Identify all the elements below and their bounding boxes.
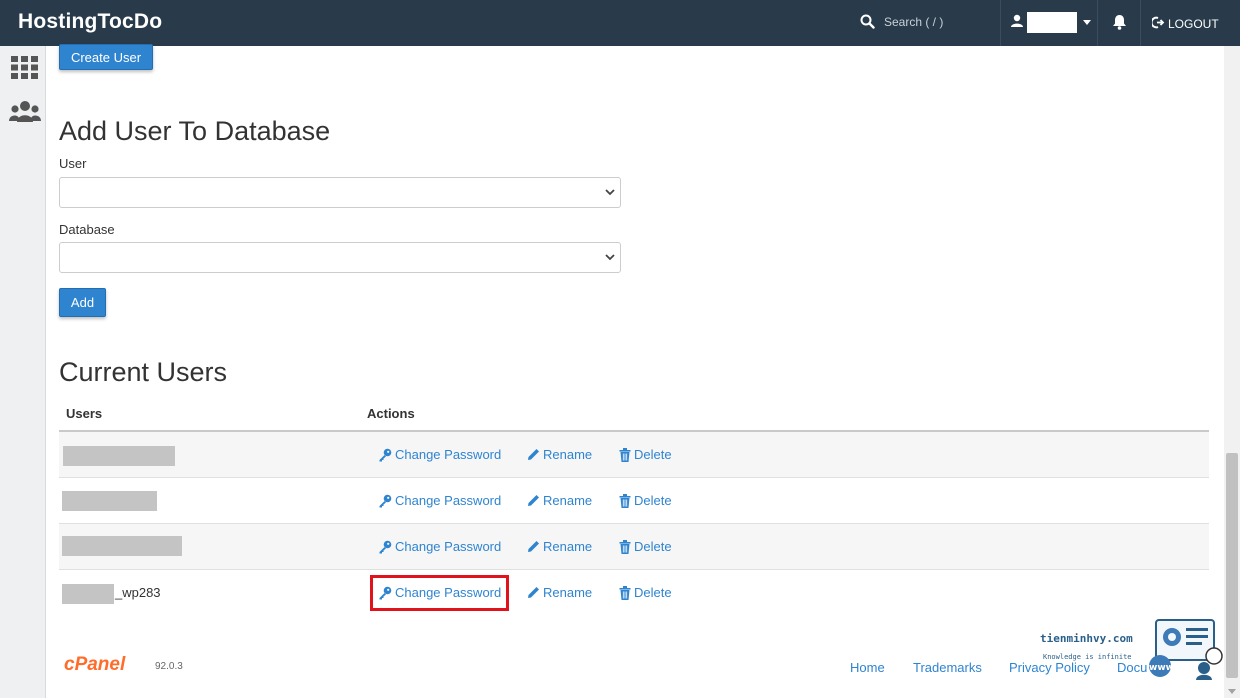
pencil-icon bbox=[528, 541, 539, 552]
watermark-logo: www bbox=[1148, 618, 1228, 685]
user-select[interactable] bbox=[59, 177, 621, 208]
bell-icon[interactable] bbox=[1112, 14, 1127, 35]
rename-link[interactable]: Rename bbox=[527, 585, 592, 600]
sidebar bbox=[0, 46, 46, 698]
trash-icon bbox=[619, 447, 631, 462]
chevron-down-icon bbox=[605, 189, 615, 196]
logout-icon bbox=[1150, 16, 1165, 32]
user-label: User bbox=[59, 156, 87, 171]
username-redacted bbox=[62, 491, 157, 511]
footer-link-privacy-policy[interactable]: Privacy Policy bbox=[1009, 660, 1090, 675]
key-icon bbox=[379, 540, 392, 553]
footer-link-documentation[interactable]: Docu bbox=[1117, 660, 1147, 675]
divider bbox=[1140, 0, 1141, 46]
column-header-actions: Actions bbox=[367, 406, 415, 421]
current-users-title: Current Users bbox=[59, 357, 228, 387]
logout-button[interactable]: LOGOUT bbox=[1150, 16, 1219, 32]
trash-icon bbox=[619, 585, 631, 600]
column-header-users: Users bbox=[66, 406, 103, 421]
divider bbox=[1097, 0, 1098, 46]
username-redacted bbox=[1027, 12, 1077, 33]
scroll-down-arrow-icon[interactable] bbox=[1228, 689, 1236, 694]
search-placeholder: Search ( / ) bbox=[884, 14, 944, 29]
table-row: Change Password Rename Delete bbox=[59, 478, 1209, 524]
divider bbox=[1000, 0, 1001, 46]
rename-link[interactable]: Rename bbox=[527, 539, 592, 554]
table-row: Change Password Rename Delete bbox=[59, 432, 1209, 478]
grid-icon[interactable] bbox=[11, 56, 38, 84]
user-icon bbox=[1011, 14, 1023, 32]
table-row: _wp283 Change Password Rename Delete bbox=[59, 570, 1209, 616]
brand-logo[interactable]: HostingTocDo bbox=[18, 10, 162, 34]
add-user-title: Add User To Database bbox=[59, 116, 331, 146]
highlight-box bbox=[370, 575, 509, 611]
search-box[interactable]: Search ( / ) bbox=[860, 14, 943, 29]
watermark-tagline: Knowledge is infinite bbox=[1043, 653, 1132, 661]
pencil-icon bbox=[528, 495, 539, 506]
delete-link[interactable]: Delete bbox=[619, 585, 672, 600]
users-icon[interactable] bbox=[9, 100, 41, 129]
pencil-icon bbox=[528, 587, 539, 598]
change-password-link[interactable]: Change Password bbox=[378, 447, 501, 462]
pencil-icon bbox=[528, 449, 539, 460]
watermark-site: tienminhvy.com bbox=[1040, 632, 1133, 645]
username-redacted bbox=[62, 584, 114, 604]
main-content: Create User Add User To Database User Da… bbox=[46, 44, 1224, 698]
logout-label: LOGOUT bbox=[1168, 17, 1219, 31]
footer-link-trademarks[interactable]: Trademarks bbox=[913, 660, 982, 675]
key-icon bbox=[379, 448, 392, 461]
add-button[interactable]: Add bbox=[59, 288, 106, 317]
trash-icon bbox=[619, 493, 631, 508]
user-menu[interactable] bbox=[1011, 12, 1091, 33]
trash-icon bbox=[619, 539, 631, 554]
key-icon bbox=[379, 494, 392, 507]
chevron-down-icon bbox=[1083, 20, 1091, 25]
username-redacted bbox=[63, 446, 175, 466]
database-select[interactable] bbox=[59, 242, 621, 273]
chevron-down-icon bbox=[605, 254, 615, 261]
change-password-link[interactable]: Change Password bbox=[378, 493, 501, 508]
cpanel-logo: cPanel bbox=[64, 654, 126, 675]
top-bar: HostingTocDo Search ( / ) LOGOUT bbox=[0, 0, 1240, 46]
search-icon bbox=[860, 14, 875, 29]
create-user-button[interactable]: Create User bbox=[59, 44, 153, 70]
cpanel-version: 92.0.3 bbox=[155, 661, 183, 672]
username-redacted bbox=[62, 536, 182, 556]
table-row: Change Password Rename Delete bbox=[59, 524, 1209, 570]
rename-link[interactable]: Rename bbox=[527, 493, 592, 508]
vertical-scrollbar[interactable] bbox=[1224, 46, 1240, 698]
database-label: Database bbox=[59, 222, 115, 237]
rename-link[interactable]: Rename bbox=[527, 447, 592, 462]
delete-link[interactable]: Delete bbox=[619, 539, 672, 554]
delete-link[interactable]: Delete bbox=[619, 447, 672, 462]
username: _wp283 bbox=[115, 585, 161, 600]
change-password-link[interactable]: Change Password bbox=[378, 539, 501, 554]
footer-link-home[interactable]: Home bbox=[850, 660, 885, 675]
delete-link[interactable]: Delete bbox=[619, 493, 672, 508]
watermark-logo-text: www bbox=[1149, 663, 1174, 673]
